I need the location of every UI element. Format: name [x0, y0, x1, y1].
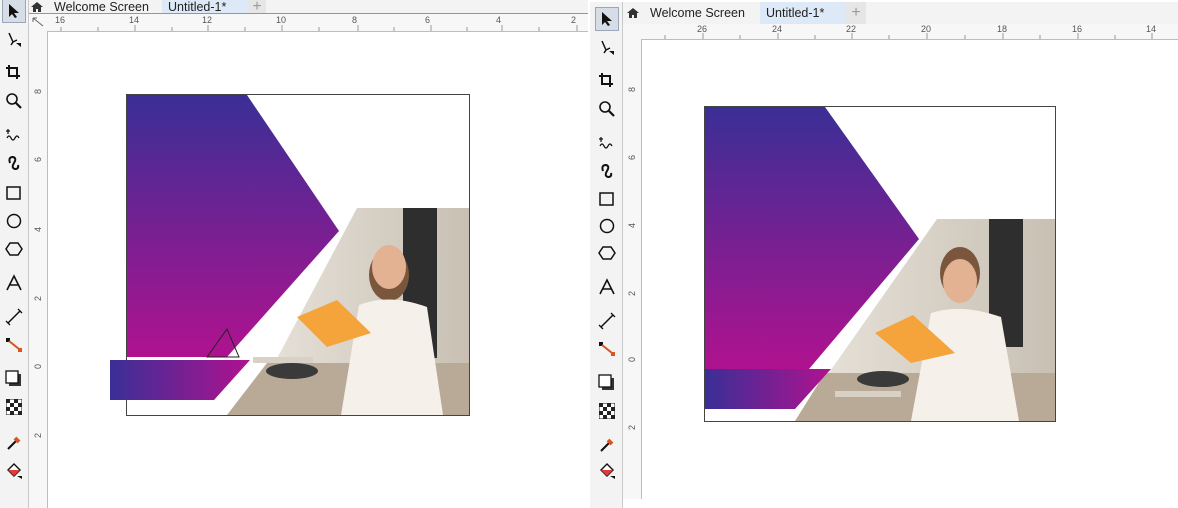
- ruler-tick-label: 6: [627, 155, 637, 161]
- document-tab-bar: Welcome Screen Untitled-1* +: [0, 0, 588, 15]
- polygon-tool-icon[interactable]: [596, 242, 618, 264]
- interactive-fill-icon[interactable]: [3, 460, 25, 482]
- dimension-tool-icon[interactable]: [3, 306, 25, 328]
- ruler-tick-label: 4: [627, 223, 637, 229]
- connector-tool-icon[interactable]: [596, 338, 618, 360]
- ruler-tick-label: 0: [33, 364, 43, 370]
- text-tool-icon[interactable]: [3, 272, 25, 294]
- interactive-fill-icon[interactable]: [596, 460, 618, 482]
- drawing-canvas[interactable]: [48, 32, 588, 508]
- transparency-icon[interactable]: [596, 400, 618, 422]
- plus-icon[interactable]: +: [846, 2, 866, 24]
- home-icon[interactable]: [626, 2, 640, 24]
- crop-tool-icon[interactable]: [3, 62, 25, 84]
- drawing-canvas[interactable]: [642, 40, 1178, 499]
- right-editor-view: Welcome Screen Untitled-1* + 26 24 22 20…: [590, 0, 1178, 508]
- ruler-tick-label: 4: [33, 227, 43, 233]
- gradient-banner[interactable]: [110, 360, 270, 404]
- connector-tool-icon[interactable]: [3, 334, 25, 356]
- toolbox: [590, 2, 623, 508]
- crop-tool-icon[interactable]: [596, 70, 618, 92]
- plus-icon[interactable]: +: [248, 0, 266, 15]
- ruler-corner[interactable]: [29, 14, 48, 32]
- freehand-tool-icon[interactable]: [596, 132, 618, 154]
- tab-untitled-1[interactable]: Untitled-1*: [760, 2, 848, 24]
- ruler-tick-label: 2: [627, 425, 637, 431]
- ruler-tick-label: 8: [627, 87, 637, 93]
- horizontal-ruler[interactable]: 16 14 12 10 8 6 4 2: [47, 14, 588, 32]
- ellipse-tool-icon[interactable]: [3, 210, 25, 232]
- shape-tool-icon[interactable]: [596, 36, 618, 58]
- tab-welcome-screen[interactable]: Welcome Screen: [48, 0, 155, 14]
- artistic-media-icon[interactable]: [596, 160, 618, 182]
- ruler-corner[interactable]: [623, 24, 642, 40]
- photo-composition: [705, 107, 1055, 421]
- vertical-ruler[interactable]: 8 6 4 2 0 2: [29, 31, 48, 508]
- rectangle-tool-icon[interactable]: [3, 182, 25, 204]
- eyedropper-icon[interactable]: [596, 434, 618, 456]
- text-tool-icon[interactable]: [596, 276, 618, 298]
- eyedropper-icon[interactable]: [3, 432, 25, 454]
- ruler-tick-label: 2: [33, 296, 43, 302]
- pick-tool-icon[interactable]: [2, 0, 26, 23]
- dimension-tool-icon[interactable]: [596, 310, 618, 332]
- ellipse-tool-icon[interactable]: [596, 215, 618, 237]
- freehand-tool-icon[interactable]: [3, 124, 25, 146]
- tab-welcome-screen[interactable]: Welcome Screen: [644, 2, 751, 24]
- drop-shadow-icon[interactable]: [596, 372, 618, 394]
- artistic-media-icon[interactable]: [3, 152, 25, 174]
- shape-tool-icon[interactable]: [3, 28, 25, 50]
- pick-tool-icon[interactable]: [595, 7, 619, 31]
- horizontal-ruler[interactable]: 26 24 22 20 18 16 14: [641, 24, 1178, 40]
- ruler-tick-label: 2: [627, 291, 637, 297]
- rectangle-tool-icon[interactable]: [596, 188, 618, 210]
- ruler-tick-label: 2: [33, 433, 43, 439]
- home-icon[interactable]: [30, 0, 44, 13]
- ruler-tick-label: 8: [33, 89, 43, 95]
- toolbox: [0, 0, 29, 508]
- drop-shadow-icon[interactable]: [3, 368, 25, 390]
- transparency-icon[interactable]: [3, 396, 25, 418]
- left-editor-view: Welcome Screen Untitled-1* + 16 14 12 10…: [0, 0, 588, 508]
- zoom-tool-icon[interactable]: [596, 98, 618, 120]
- vertical-ruler[interactable]: 8 6 4 2 0 2: [623, 39, 642, 499]
- artboard[interactable]: [704, 106, 1056, 422]
- polygon-tool-icon[interactable]: [3, 238, 25, 260]
- document-tab-bar: Welcome Screen Untitled-1* +: [590, 2, 1178, 25]
- ruler-tick-label: 6: [33, 157, 43, 163]
- tab-untitled-1[interactable]: Untitled-1*: [162, 0, 250, 14]
- ruler-tick-label: 0: [627, 357, 637, 363]
- zoom-tool-icon[interactable]: [3, 90, 25, 112]
